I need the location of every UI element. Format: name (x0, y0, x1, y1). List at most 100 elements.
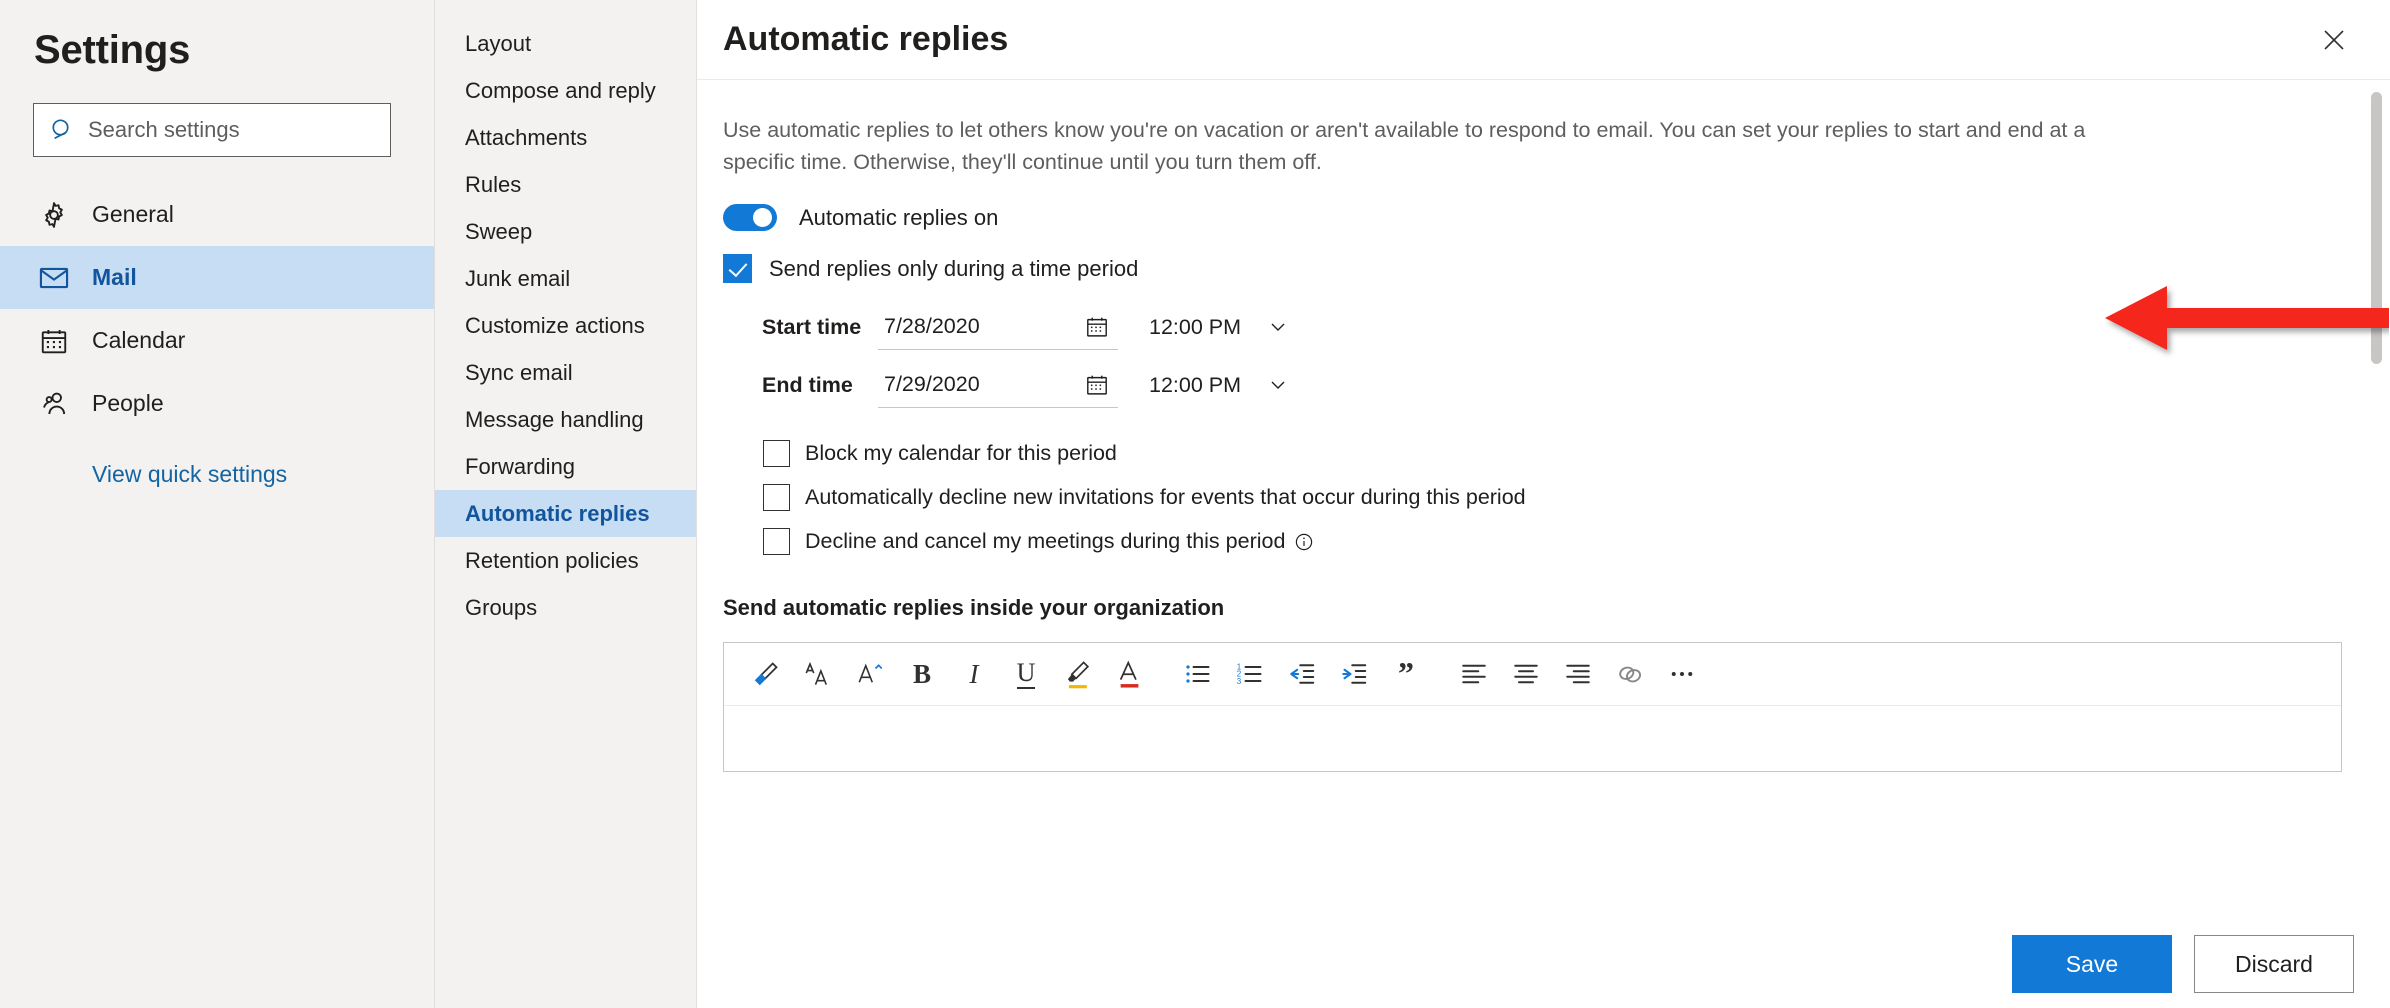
chevron-down-icon (1268, 317, 1288, 337)
sidebar-item-label: General (92, 201, 174, 227)
info-icon[interactable] (1294, 532, 1314, 552)
align-center-icon[interactable] (1502, 650, 1550, 698)
subnav-item-junk-email[interactable]: Junk email (435, 255, 696, 302)
close-icon[interactable] (2312, 18, 2356, 62)
block-calendar-label: Block my calendar for this period (805, 441, 1117, 465)
start-time-label: Start time (762, 314, 862, 339)
sidebar-item-people[interactable]: People (0, 372, 434, 435)
end-time-dropdown[interactable]: 12:00 PM (1149, 373, 1288, 398)
subnav-item-message-handling[interactable]: Message handling (435, 396, 696, 443)
subnav-item-attachments[interactable]: Attachments (435, 114, 696, 161)
italic-icon[interactable]: I (950, 650, 998, 698)
bulleted-list-icon[interactable] (1174, 650, 1222, 698)
settings-sidebar: Settings General (0, 0, 434, 1008)
subnav-item-groups[interactable]: Groups (435, 584, 696, 631)
automatic-replies-panel: Automatic replies Use automatic replies … (696, 0, 2390, 1008)
search-input[interactable] (88, 117, 368, 143)
time-period-checkbox-label: Send replies only during a time period (769, 255, 1139, 281)
sidebar-item-calendar[interactable]: Calendar (0, 309, 434, 372)
time-period-checkbox[interactable] (723, 254, 752, 283)
subnav-item-rules[interactable]: Rules (435, 161, 696, 208)
search-settings-box[interactable] (33, 103, 391, 157)
end-time-label: End time (762, 372, 853, 397)
panel-body: Use automatic replies to let others know… (697, 80, 2390, 920)
svg-text:3: 3 (1237, 677, 1242, 686)
decrease-indent-icon[interactable] (1278, 650, 1326, 698)
subnav-item-layout[interactable]: Layout (435, 20, 696, 67)
subnav-item-sync-email[interactable]: Sync email (435, 349, 696, 396)
link-icon[interactable] (1606, 650, 1654, 698)
subnav-item-sweep[interactable]: Sweep (435, 208, 696, 255)
decline-invitations-checkbox[interactable] (763, 484, 790, 511)
subnav-item-customize-actions[interactable]: Customize actions (435, 302, 696, 349)
decline-invitations-label: Automatically decline new invitations fo… (805, 485, 1526, 509)
highlight-icon[interactable] (1054, 650, 1102, 698)
envelope-icon (37, 261, 71, 295)
font-color-icon[interactable] (1106, 650, 1154, 698)
sidebar-item-mail[interactable]: Mail (0, 246, 434, 309)
align-left-icon[interactable] (1450, 650, 1498, 698)
font-size-icon[interactable] (794, 650, 842, 698)
end-date-value: 7/29/2020 (884, 372, 980, 396)
page-title: Settings (34, 28, 191, 72)
sidebar-item-general[interactable]: General (0, 183, 434, 246)
mail-subnav: Layout Compose and reply Attachments Rul… (434, 0, 696, 1008)
increase-indent-icon[interactable] (1330, 650, 1378, 698)
subnav-item-forwarding[interactable]: Forwarding (435, 443, 696, 490)
decline-cancel-meetings-checkbox[interactable] (763, 528, 790, 555)
people-icon (37, 387, 71, 421)
underline-icon[interactable]: U (1002, 650, 1050, 698)
panel-scrollbar[interactable] (2371, 92, 2382, 364)
decline-cancel-meetings-label: Decline and cancel my meetings during th… (805, 529, 1286, 553)
toggle-label: Automatic replies on (799, 204, 999, 230)
numbered-list-icon[interactable]: 123 (1226, 650, 1274, 698)
subnav-item-automatic-replies[interactable]: Automatic replies (435, 490, 696, 537)
option-row: Decline and cancel my meetings during th… (763, 523, 2364, 560)
calendar-icon[interactable] (1084, 372, 1110, 398)
block-calendar-checkbox[interactable] (763, 440, 790, 467)
view-quick-settings-link[interactable]: View quick settings (0, 461, 434, 488)
formatting-toolbar: B I U 1 2 3 ” (724, 643, 2341, 706)
bold-icon[interactable]: B (898, 650, 946, 698)
panel-description: Use automatic replies to let others know… (723, 118, 2086, 174)
end-time-row: End time 7/29/2020 12:00 PM (762, 359, 2364, 411)
automatic-replies-toggle[interactable] (723, 204, 777, 231)
settings-nav-list: General Mail Calendar People (0, 183, 434, 435)
start-time-dropdown[interactable]: 12:00 PM (1149, 315, 1288, 340)
calendar-icon (37, 324, 71, 358)
start-date-value: 7/28/2020 (884, 314, 980, 338)
panel-footer: Save Discard (697, 920, 2390, 1008)
reply-editor: B I U 1 2 3 ” (723, 642, 2342, 772)
time-period-checkbox-row: Send replies only during a time period (723, 254, 2364, 283)
quote-icon[interactable]: ” (1382, 650, 1430, 698)
subnav-item-retention-policies[interactable]: Retention policies (435, 537, 696, 584)
subnav-item-compose-and-reply[interactable]: Compose and reply (435, 67, 696, 114)
font-grow-icon[interactable] (846, 650, 894, 698)
end-date-input[interactable]: 7/29/2020 (878, 362, 1118, 408)
option-row: Block my calendar for this period (763, 435, 2364, 472)
end-time-value: 12:00 PM (1149, 372, 1242, 397)
format-painter-icon[interactable] (742, 650, 790, 698)
gear-icon (37, 198, 71, 232)
panel-title: Automatic replies (723, 20, 1009, 58)
save-button[interactable]: Save (2012, 935, 2172, 993)
discard-button[interactable]: Discard (2194, 935, 2354, 993)
chevron-down-icon (1268, 375, 1288, 395)
align-right-icon[interactable] (1554, 650, 1602, 698)
toggle-knob (753, 208, 772, 227)
sidebar-item-label: Calendar (92, 327, 186, 353)
start-date-input[interactable]: 7/28/2020 (878, 304, 1118, 350)
period-options-list: Block my calendar for this period Automa… (763, 435, 2364, 560)
settings-dialog: Settings General (0, 0, 2390, 1008)
search-icon (48, 115, 78, 145)
sidebar-item-label: People (92, 390, 164, 416)
start-time-value: 12:00 PM (1149, 314, 1242, 339)
section-heading: Send automatic replies inside your organ… (723, 595, 1225, 620)
sidebar-item-label: Mail (92, 264, 137, 290)
calendar-icon[interactable] (1084, 314, 1110, 340)
more-options-icon[interactable] (1658, 650, 1706, 698)
panel-header: Automatic replies (697, 0, 2390, 80)
time-period-fields: Start time 7/28/2020 12:00 PM End time 7… (762, 301, 2364, 411)
option-row: Automatically decline new invitations fo… (763, 479, 2364, 516)
automatic-replies-toggle-row: Automatic replies on (723, 204, 2364, 231)
